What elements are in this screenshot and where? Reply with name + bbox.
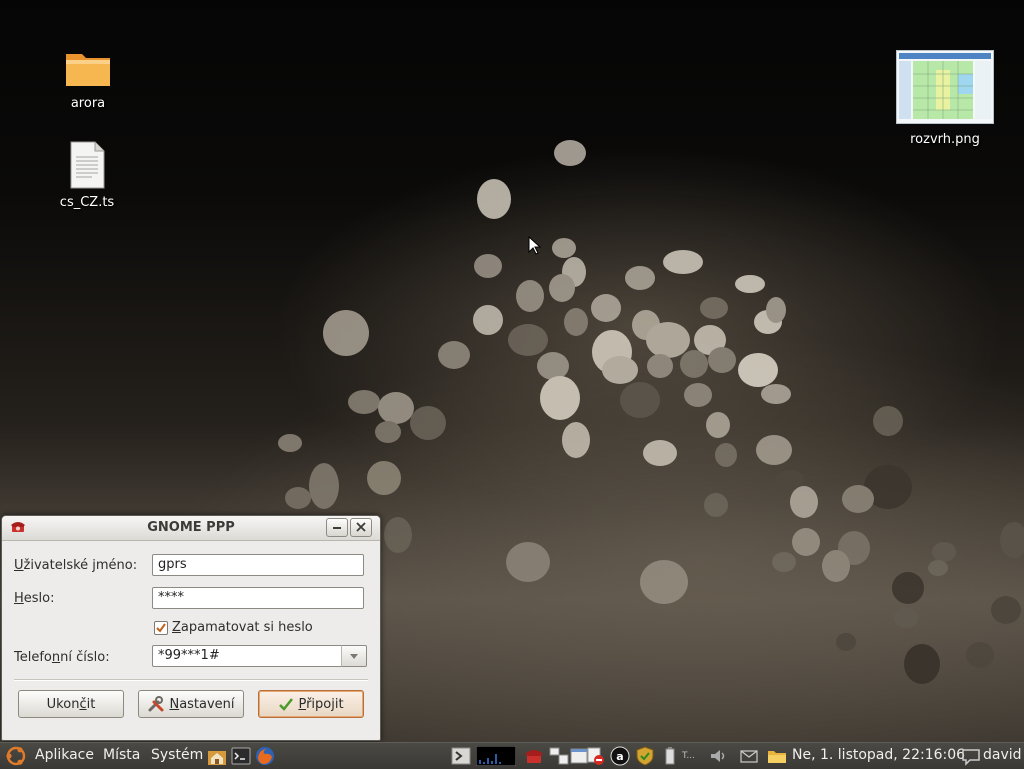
desktop-icon-label: arora [70,96,106,111]
desktop-icon-arora[interactable]: arora [43,48,133,111]
checkmark-icon [156,623,166,633]
username-input[interactable]: gprs [152,554,364,576]
amarok-icon[interactable]: a [610,746,630,766]
ubuntu-logo-icon[interactable] [6,746,26,766]
password-input[interactable]: **** [152,587,364,609]
password-label: Heslo: [14,591,55,606]
desktop-icon-label: cs_CZ.ts [59,195,115,210]
remember-password-label[interactable]: Zapamatovat si heslo [172,620,313,635]
quit-button[interactable]: Ukončit [18,690,124,718]
connect-button[interactable]: Připojit [258,690,364,718]
phone-number-label: Telefonní číslo: [14,650,110,665]
terminal-icon[interactable] [231,746,251,766]
svg-text:a: a [616,750,623,763]
username-label: Uživatelské jméno: [14,558,138,573]
workspace-switcher-icon[interactable] [451,746,471,766]
update-shield-icon[interactable] [635,746,655,766]
phone-icon[interactable] [524,746,544,766]
folder-icon[interactable] [767,746,787,766]
clock[interactable]: Ne, 1. listopad, 22:16:06 [792,747,965,763]
menu-places[interactable]: Místa [103,747,140,763]
dialog-titlebar[interactable]: GNOME PPP [2,516,380,541]
text-file-icon [70,141,105,189]
settings-button[interactable]: Nastavení [138,690,244,718]
desktop-icon-rozvrh-png[interactable]: rozvrh.png [896,50,994,147]
close-button[interactable] [350,518,372,537]
minimize-icon [333,527,341,529]
user-menu[interactable]: david [983,747,1022,763]
desktop-icon-cs-cz-ts[interactable]: cs_CZ.ts [42,141,132,210]
menu-system[interactable]: Systém [151,747,203,763]
chevron-down-icon [350,654,358,659]
chat-bubble-icon[interactable] [961,746,981,766]
separator [14,679,368,681]
system-monitor-graph [476,746,516,766]
close-icon [356,522,366,532]
remember-password-checkbox[interactable] [154,621,168,635]
mouse-cursor-icon [528,236,542,255]
network-disconnected-icon[interactable] [586,746,606,766]
tray-hint: T... [682,751,696,761]
dialog-title: GNOME PPP [147,520,235,535]
firefox-icon[interactable] [255,746,275,766]
phone-number-dropdown[interactable] [341,645,367,667]
menu-applications[interactable]: Aplikace [35,747,94,763]
gnome-ppp-dialog: GNOME PPP Uživatelské jméno: gprs Heslo:… [1,515,381,741]
phone-number-input[interactable]: *99***1# [152,645,342,667]
desktop-icon-label: rozvrh.png [910,132,980,147]
minimize-button[interactable] [326,518,348,537]
settings-button-label: Nastavení [169,696,235,712]
folder-icon [66,54,110,86]
volume-icon[interactable] [708,746,728,766]
tools-icon [148,696,164,712]
mail-icon[interactable] [739,746,759,766]
battery-icon[interactable] [660,746,680,766]
home-folder-icon[interactable] [207,746,227,766]
quit-button-label: Ukončit [46,696,96,712]
connect-button-label: Připojit [298,696,344,712]
window-list-icon[interactable] [549,746,569,766]
image-thumbnail-icon [896,50,994,124]
bottom-panel: Aplikace Místa Systém a T... Ne, 1. list… [0,742,1024,769]
checkmark-icon [279,698,294,711]
